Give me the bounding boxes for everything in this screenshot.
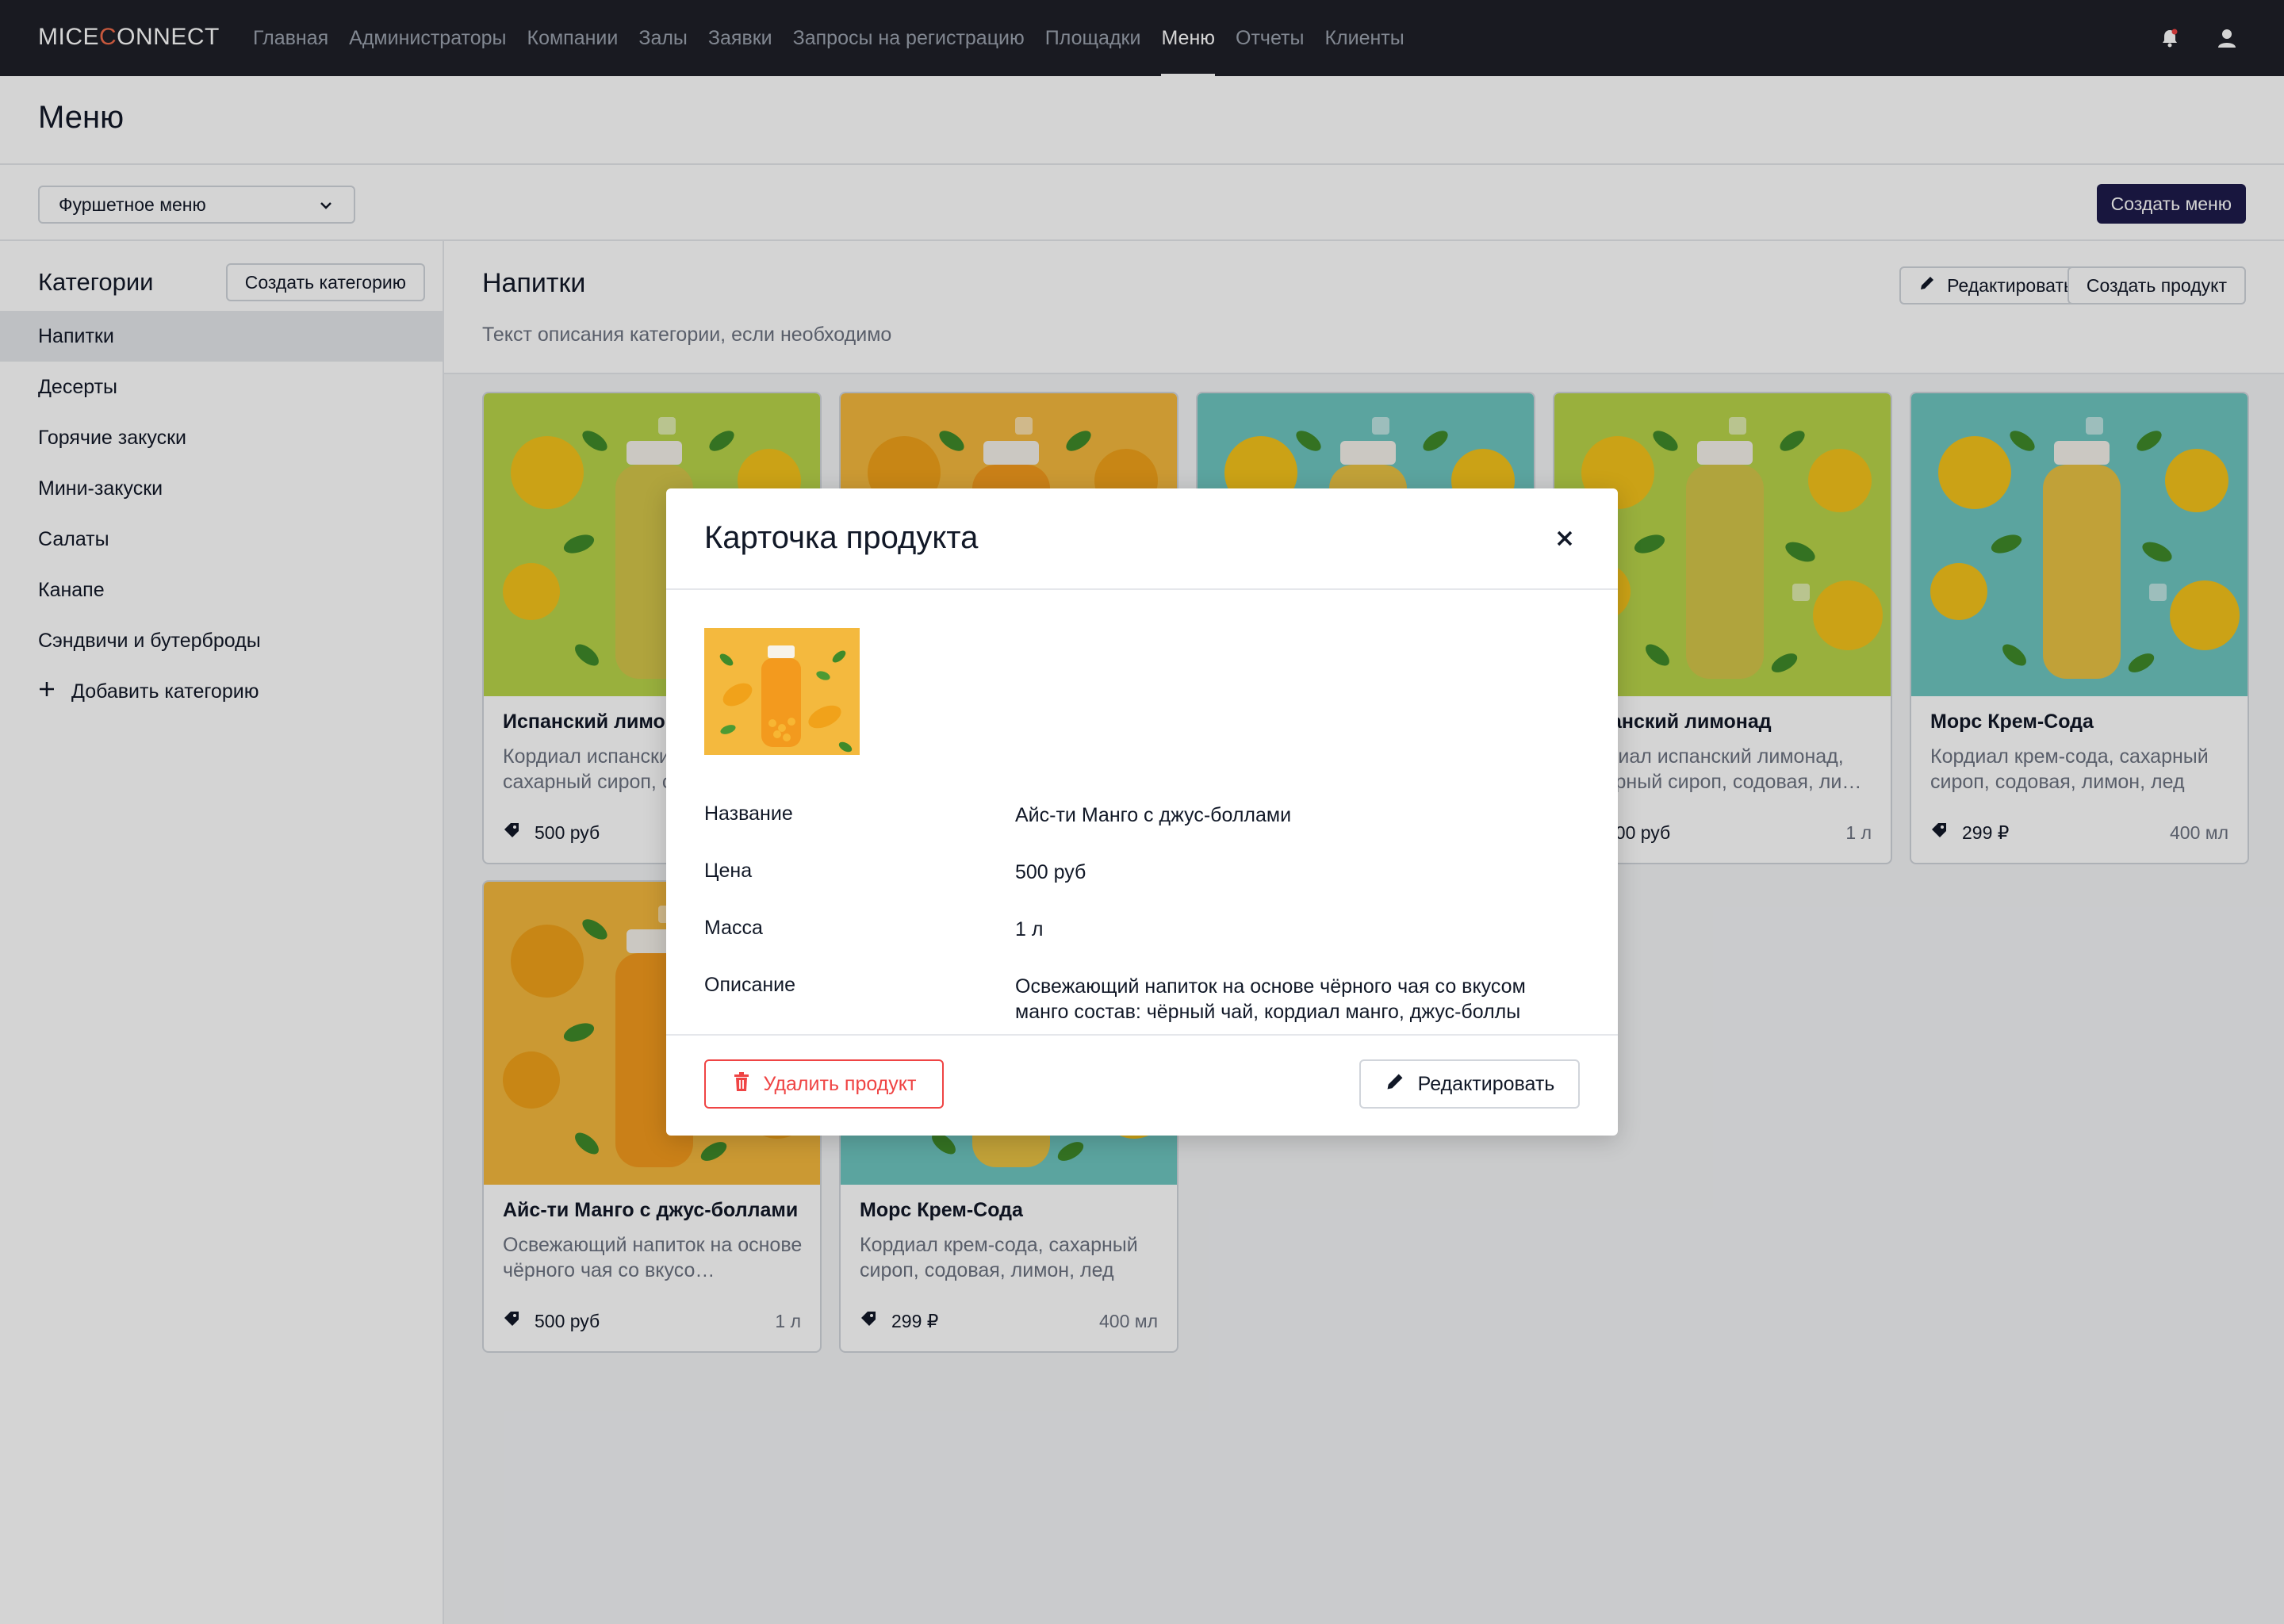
close-icon[interactable] (1553, 527, 1577, 550)
field-value-price: 500 руб (1015, 861, 1086, 883)
field-mass-row: Масса 1 л (704, 917, 1580, 948)
delete-product-label: Удалить продукт (763, 1072, 917, 1095)
field-description-row: Описание Освежающий напиток на основе чё… (704, 974, 1580, 1031)
field-label-description: Описание (704, 974, 796, 996)
field-name-row: Название Айс-ти Манго с джус-боллами (704, 802, 1580, 834)
product-card-modal: Карточка продукта Название Айс-ти Манго … (666, 488, 1618, 1136)
field-value-description: Освежающий напиток на основе чёрного чая… (1015, 975, 1526, 1023)
product-image (704, 628, 860, 755)
modal-title: Карточка продукта (704, 520, 979, 555)
field-label-name: Название (704, 802, 793, 825)
delete-product-button[interactable]: Удалить продукт (704, 1059, 944, 1109)
modal-header: Карточка продукта (666, 488, 1618, 590)
field-label-price: Цена (704, 860, 753, 882)
trash-icon (732, 1071, 751, 1097)
field-label-mass: Масса (704, 917, 763, 939)
edit-product-label: Редактировать (1417, 1072, 1555, 1095)
field-value-name: Айс-ти Манго с джус-боллами (1015, 804, 1292, 826)
edit-product-button[interactable]: Редактировать (1359, 1059, 1580, 1109)
field-price-row: Цена 500 руб (704, 860, 1580, 891)
modal-footer: Удалить продукт Редактировать (666, 1034, 1618, 1136)
field-value-mass: 1 л (1015, 918, 1044, 940)
pencil-icon (1385, 1071, 1405, 1097)
